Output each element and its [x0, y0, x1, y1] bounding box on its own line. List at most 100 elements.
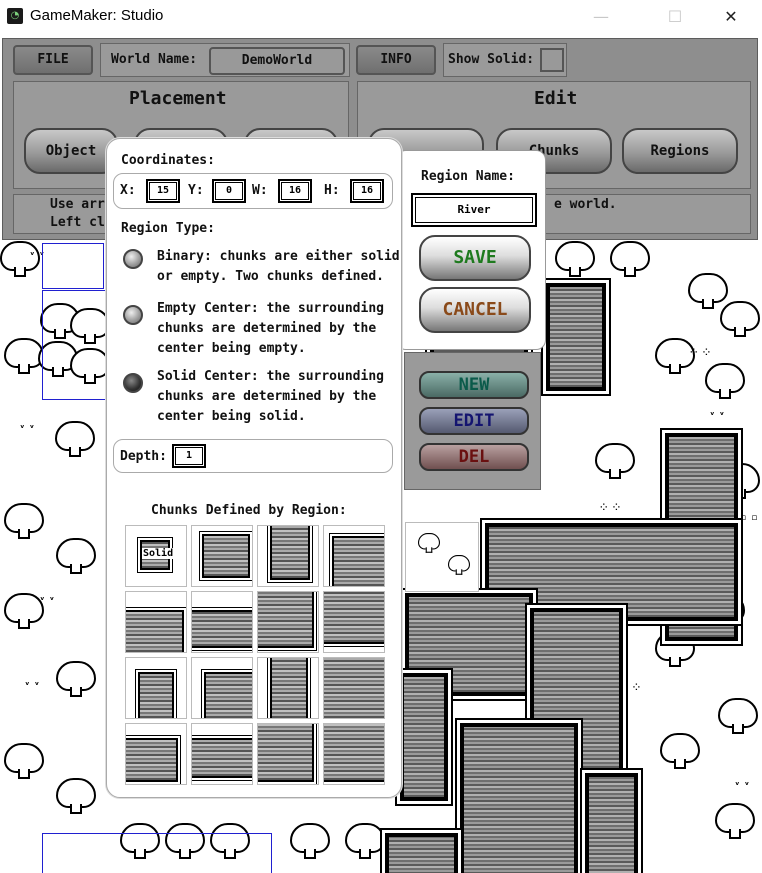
chunk-tile[interactable]: [257, 723, 319, 785]
radio-empty-center[interactable]: [123, 305, 143, 325]
bush-tile: [720, 301, 760, 337]
bush-tile: [715, 803, 755, 839]
region-dialog: Coordinates: X: 15 Y: 0 W: 16 H: 16 Regi…: [106, 138, 402, 798]
option-solid-center-text: Solid Center: the surrounding chunks are…: [157, 369, 384, 424]
cancel-button[interactable]: CANCEL: [419, 287, 531, 333]
bush-tile: [705, 363, 745, 399]
show-solid-group: Show Solid:: [443, 43, 567, 77]
radio-binary[interactable]: [123, 249, 143, 269]
object-button[interactable]: Object: [24, 128, 118, 174]
grass-tuft: ▫ ▫: [740, 513, 759, 523]
bush-tile: [345, 823, 385, 859]
bush-tile: [418, 533, 440, 553]
grass-tuft: ᵥ ᵥ: [25, 678, 41, 688]
x-input[interactable]: 15: [146, 179, 180, 203]
radio-solid-center[interactable]: [123, 373, 143, 393]
bush-tile: [0, 241, 40, 277]
w-input[interactable]: 16: [278, 179, 312, 203]
edit-label: EDIT: [453, 411, 495, 431]
chunk-grid: Solid: [125, 525, 389, 789]
river-water: [546, 283, 606, 391]
bush-tile: [56, 778, 96, 814]
minimize-button[interactable]: —: [578, 0, 624, 33]
edit-region-button[interactable]: EDIT: [419, 407, 529, 435]
h-input[interactable]: 16: [350, 179, 384, 203]
title-bar: ◔ GameMaker: Studio — ☐ ✕: [0, 0, 762, 34]
river-water: [385, 833, 458, 873]
regions-button[interactable]: Regions: [622, 128, 738, 174]
del-label: DEL: [458, 447, 490, 467]
save-label: SAVE: [453, 247, 497, 268]
bush-tile: [595, 443, 635, 479]
grass-tuft: ᵥ ᵥ: [40, 593, 56, 603]
chunk-tile[interactable]: [125, 723, 187, 785]
x-label: X:: [120, 183, 136, 198]
coordinates-group: X: 15 Y: 0 W: 16 H: 16: [113, 173, 393, 209]
bush-tile: [660, 733, 700, 769]
option-binary-text: Binary: chunks are either solid or empty…: [157, 249, 400, 284]
bush-tile: [4, 503, 44, 539]
placement-title: Placement: [129, 88, 227, 109]
chunk-tile[interactable]: [191, 723, 253, 785]
region-type-label: Region Type:: [121, 221, 215, 236]
chunk-tile[interactable]: [323, 657, 385, 719]
save-button[interactable]: SAVE: [419, 235, 531, 281]
bush-tile: [55, 421, 95, 457]
chunk-tile[interactable]: [323, 525, 385, 587]
world-name-field[interactable]: DemoWorld: [209, 47, 345, 75]
maximize-button[interactable]: ☐: [652, 0, 698, 33]
world-name-group: World Name: DemoWorld: [100, 43, 350, 77]
coordinates-label: Coordinates:: [121, 153, 215, 168]
cancel-label: CANCEL: [442, 299, 508, 320]
chunk-tile[interactable]: [125, 657, 187, 719]
chunk-tile[interactable]: [323, 723, 385, 785]
grass-tuft: ᵥ ᵥ: [20, 421, 36, 431]
close-button[interactable]: ✕: [708, 0, 754, 33]
river-water: [585, 773, 638, 873]
chunk-preview: [405, 522, 479, 592]
y-input[interactable]: 0: [212, 179, 246, 203]
grass-tuft: ⁘ ⁘: [600, 503, 622, 513]
chunk-tile[interactable]: [323, 591, 385, 653]
bush-tile: [290, 823, 330, 859]
river-water: [400, 673, 448, 801]
bush-tile: [555, 241, 595, 277]
chunk-tile[interactable]: [191, 657, 253, 719]
bush-tile: [4, 743, 44, 779]
chunk-tile[interactable]: [125, 591, 187, 653]
chunk-tile[interactable]: [257, 591, 319, 653]
help-line-3: e world.: [554, 197, 617, 212]
depth-input[interactable]: 1: [172, 444, 206, 468]
grass-tuft: ⁘ ⁘: [620, 683, 642, 693]
grass-tuft: ᵥ ᵥ: [710, 408, 726, 418]
window-title: GameMaker: Studio: [30, 7, 164, 24]
region-name-popup: Region Name: River SAVE CANCEL: [396, 150, 546, 350]
chunk-tile[interactable]: [257, 657, 319, 719]
region-outline: [42, 833, 272, 873]
show-solid-label: Show Solid:: [448, 52, 535, 67]
region-outline: [42, 243, 104, 289]
chunk-tile[interactable]: Solid: [125, 525, 187, 587]
delete-region-button[interactable]: DEL: [419, 443, 529, 471]
chunk-tile[interactable]: [257, 525, 319, 587]
bush-tile: [718, 698, 758, 734]
show-solid-checkbox[interactable]: [540, 48, 564, 72]
region-name-input[interactable]: River: [411, 193, 537, 227]
edit-title: Edit: [534, 88, 578, 109]
bush-tile: [56, 538, 96, 574]
info-button[interactable]: INFO: [356, 45, 436, 75]
bush-tile: [4, 593, 44, 629]
file-button[interactable]: FILE: [13, 45, 93, 75]
help-line-1: Use arro: [50, 197, 113, 212]
chunk-tile[interactable]: [191, 525, 253, 587]
w-label: W:: [252, 183, 268, 198]
bush-tile: [610, 241, 650, 277]
new-region-button[interactable]: NEW: [419, 371, 529, 399]
depth-label: Depth:: [120, 449, 167, 464]
solid-tag: Solid: [142, 548, 175, 559]
grass-tuft: ⁘ ⁘: [690, 348, 712, 358]
y-label: Y:: [188, 183, 204, 198]
grass-tuft: ᵥ ᵥ: [735, 778, 751, 788]
chunk-tile[interactable]: [191, 591, 253, 653]
gamemaker-app-icon: ◔: [7, 8, 23, 24]
